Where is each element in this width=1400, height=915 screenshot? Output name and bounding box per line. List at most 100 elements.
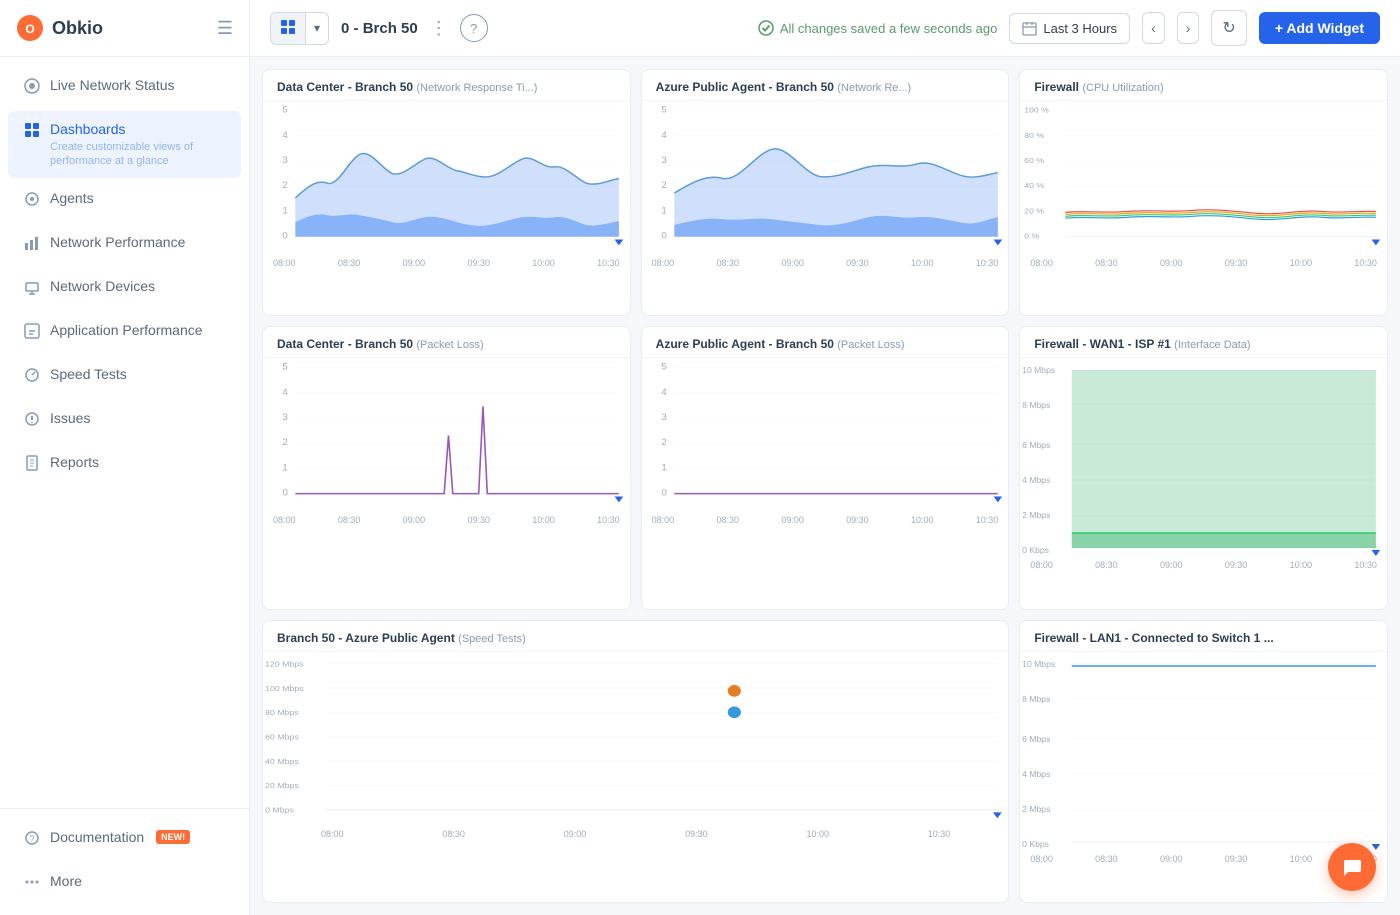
widget-title: Azure Public Agent - Branch 50 (Packet L… [656, 337, 995, 351]
widget-header: Azure Public Agent - Branch 50 (Packet L… [642, 327, 1009, 358]
time-prev-button[interactable]: ‹ [1142, 12, 1165, 44]
widget-title: Branch 50 - Azure Public Agent (Speed Te… [277, 631, 994, 645]
sidebar-label-more: More [50, 873, 82, 890]
live-network-icon [24, 78, 40, 99]
widget-title: Azure Public Agent - Branch 50 (Network … [656, 80, 995, 94]
dashboard-options-button[interactable]: ⋮ [430, 18, 448, 39]
help-button[interactable]: ? [460, 14, 488, 42]
widget-body: 5 4 3 2 1 0 08:0008:300 [642, 358, 1009, 608]
widget-branch-azure-speed-tests: Branch 50 - Azure Public Agent (Speed Te… [262, 620, 1009, 903]
sidebar-sublabel-dashboards: Create customizable views of performance… [50, 140, 225, 169]
time-range-button[interactable]: Last 3 Hours [1009, 13, 1130, 44]
sidebar-bottom: ? Documentation NEW! More [0, 808, 249, 915]
svg-text:2: 2 [282, 438, 287, 447]
chat-button[interactable] [1328, 843, 1376, 891]
sidebar-item-documentation[interactable]: ? Documentation NEW! [8, 819, 241, 861]
save-status-text: All changes saved a few seconds ago [780, 21, 998, 36]
svg-text:60 %: 60 % [1025, 156, 1045, 165]
sidebar-item-issues[interactable]: Issues [8, 400, 241, 442]
svg-text:3: 3 [282, 413, 287, 422]
widget-header: Branch 50 - Azure Public Agent (Speed Te… [263, 621, 1008, 652]
time-next-button[interactable]: › [1177, 12, 1200, 44]
network-performance-icon [24, 235, 40, 256]
svg-text:3: 3 [661, 413, 666, 422]
widget-title: Data Center - Branch 50 (Network Respons… [277, 80, 616, 94]
svg-text:1: 1 [661, 463, 666, 472]
widget-x-axis: 08:0008:3009:0009:3010:0010:30 [263, 827, 1008, 843]
view-toggle-button[interactable]: ▾ [270, 12, 329, 45]
save-status: All changes saved a few seconds ago [758, 20, 998, 36]
widget-header: Azure Public Agent - Branch 50 (Network … [642, 70, 1009, 101]
sidebar-item-more[interactable]: More [8, 863, 241, 905]
speed-tests-icon [24, 367, 40, 388]
sidebar-label-reports: Reports [50, 454, 99, 471]
menu-toggle-button[interactable]: ☰ [217, 18, 233, 39]
widget-x-axis: 08:0008:3009:0009:3010:0010:30 [642, 256, 1009, 272]
svg-text:0: 0 [282, 231, 287, 240]
dashboard-name-label: 0 - Brch 50 [341, 20, 418, 37]
network-devices-icon [24, 279, 40, 300]
sidebar-label-speed-tests: Speed Tests [50, 366, 127, 383]
svg-text:20 Mbps: 20 Mbps [265, 781, 299, 789]
widget-header: Data Center - Branch 50 (Network Respons… [263, 70, 630, 101]
svg-text:0 Kbps: 0 Kbps [1022, 839, 1049, 849]
widget-x-axis: 08:0008:3009:0009:3010:0010:30 [1020, 256, 1387, 272]
dashboards-icon [24, 122, 40, 143]
svg-text:1: 1 [661, 206, 666, 215]
dashboard-grid: Data Center - Branch 50 (Network Respons… [250, 57, 1400, 915]
svg-text:5: 5 [282, 362, 287, 371]
widget-x-axis: 08:0008:3009:0009:3010:0010:30 [263, 513, 630, 529]
svg-text:3: 3 [661, 155, 666, 164]
svg-text:4: 4 [282, 388, 287, 397]
sidebar-item-network-devices[interactable]: Network Devices [8, 268, 241, 310]
sidebar-label-network-performance: Network Performance [50, 234, 185, 251]
sidebar-label-agents: Agents [50, 190, 94, 207]
svg-text:4: 4 [282, 130, 287, 139]
sidebar-nav: Live Network Status Dashboards Create cu… [0, 57, 249, 808]
calendar-icon [1022, 21, 1037, 36]
svg-text:20 %: 20 % [1025, 207, 1045, 216]
widget-x-axis: 08:0008:3009:0009:3010:0010:30 [642, 513, 1009, 529]
time-range-label: Last 3 Hours [1043, 21, 1117, 36]
agents-icon [24, 191, 40, 212]
svg-text:2: 2 [661, 438, 666, 447]
add-widget-label: + Add Widget [1275, 20, 1364, 36]
widget-title: Data Center - Branch 50 (Packet Loss) [277, 337, 616, 351]
widget-x-axis: 08:0008:3009:0009:3010:0010:30 [1020, 558, 1387, 574]
sidebar-item-dashboards[interactable]: Dashboards Create customizable views of … [8, 111, 241, 178]
svg-text:10 Mbps: 10 Mbps [1022, 366, 1055, 376]
svg-text:1: 1 [282, 206, 287, 215]
svg-text:0 %: 0 % [1025, 232, 1040, 241]
svg-text:6 Mbps: 6 Mbps [1022, 441, 1050, 451]
svg-text:8 Mbps: 8 Mbps [1022, 401, 1050, 411]
sidebar-item-network-performance[interactable]: Network Performance [8, 224, 241, 266]
sidebar-label-network-devices: Network Devices [50, 278, 155, 295]
widget-header: Firewall - LAN1 - Connected to Switch 1 … [1020, 621, 1387, 652]
refresh-button[interactable]: ↻ [1211, 10, 1246, 46]
widget-body: 5 4 3 2 1 0 [642, 101, 1009, 315]
sidebar-item-reports[interactable]: Reports [8, 444, 241, 486]
svg-text:1: 1 [282, 463, 287, 472]
chat-icon [1341, 856, 1363, 878]
svg-text:0 Mbps: 0 Mbps [265, 806, 294, 814]
add-widget-button[interactable]: + Add Widget [1259, 12, 1380, 44]
svg-text:0: 0 [661, 231, 666, 240]
sidebar-item-speed-tests[interactable]: Speed Tests [8, 356, 241, 398]
widget-body: 10 Mbps 8 Mbps 6 Mbps 4 Mbps 2 Mbps 0 Kb… [1020, 358, 1387, 608]
svg-text:100 Mbps: 100 Mbps [265, 684, 303, 692]
checkmark-icon [758, 20, 774, 36]
svg-text:8 Mbps: 8 Mbps [1022, 694, 1050, 704]
svg-text:80 %: 80 % [1025, 131, 1045, 140]
svg-text:2 Mbps: 2 Mbps [1022, 511, 1050, 521]
widget-dc-branch-network-response: Data Center - Branch 50 (Network Respons… [262, 69, 631, 316]
widget-body: 5 4 3 2 1 0 [263, 101, 630, 315]
topbar: ▾ 0 - Brch 50 ⋮ ? All changes saved a fe… [250, 0, 1400, 57]
sidebar-item-agents[interactable]: Agents [8, 180, 241, 222]
widget-firewall-cpu: Firewall (CPU Utilization) 100 % 80 % 60… [1019, 69, 1388, 316]
sidebar-item-live-network[interactable]: Live Network Status [8, 67, 241, 109]
sidebar-item-application-performance[interactable]: Application Performance [8, 312, 241, 354]
svg-text:2 Mbps: 2 Mbps [1022, 804, 1050, 814]
sidebar-label-documentation: Documentation [50, 829, 144, 846]
svg-text:4: 4 [661, 388, 666, 397]
svg-text:0: 0 [282, 488, 287, 497]
